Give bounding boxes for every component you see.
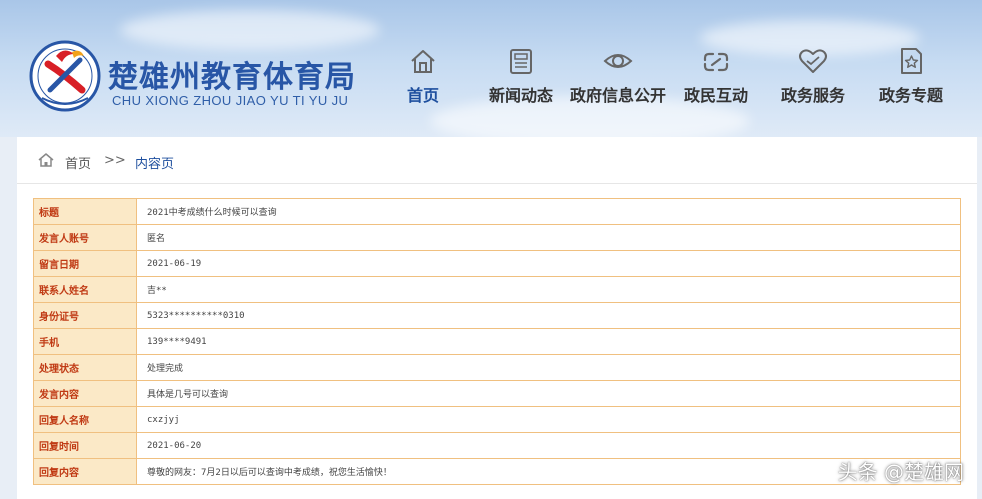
breadcrumb-separator: >>	[104, 153, 126, 168]
home-icon[interactable]	[37, 151, 55, 169]
table-row: 留言日期 2021-06-19	[33, 250, 961, 277]
row-label: 回复内容	[33, 458, 137, 485]
row-value: 匿名	[136, 224, 961, 251]
link-icon	[703, 52, 729, 72]
table-row: 回复时间 2021-06-20	[33, 432, 961, 459]
row-label: 处理状态	[33, 354, 137, 381]
nav-item-home[interactable]: 首页	[398, 46, 448, 116]
row-label: 手机	[33, 328, 137, 355]
row-label: 标题	[33, 198, 137, 225]
main-nav: 首页 新闻动态 政府信息公开 政民互动 政务服务 政务专题	[0, 46, 982, 116]
breadcrumb: 首页 >> 内容页	[17, 137, 977, 184]
star-document-icon	[901, 48, 922, 74]
nav-label: 政务专题	[878, 86, 943, 105]
row-label: 回复时间	[33, 432, 137, 459]
nav-item-interaction[interactable]: 政民互动	[682, 46, 750, 116]
row-value: 2021-06-20	[136, 432, 961, 459]
breadcrumb-current[interactable]: 内容页	[135, 153, 174, 172]
nav-item-topics[interactable]: 政务专题	[877, 46, 945, 116]
content-panel: 首页 >> 内容页 标题 2021中考成绩什么时候可以查询 发言人账号 匿名 留…	[17, 137, 977, 499]
row-value: 2021-06-19	[136, 250, 961, 277]
breadcrumb-home-link[interactable]: 首页	[65, 153, 91, 172]
row-value: 5323**********0310	[136, 302, 961, 329]
nav-label: 政府信息公开	[569, 86, 666, 105]
row-value: 139****9491	[136, 328, 961, 355]
home-icon	[411, 50, 435, 73]
table-row: 手机 139****9491	[33, 328, 961, 355]
nav-label: 首页	[406, 86, 439, 105]
table-row: 联系人姓名 吉**	[33, 276, 961, 303]
nav-label: 政民互动	[683, 86, 748, 105]
nav-item-news[interactable]: 新闻动态	[484, 46, 558, 116]
row-value: 具体是几号可以查询	[136, 380, 961, 407]
table-row: 发言内容 具体是几号可以查询	[33, 380, 961, 407]
row-label: 留言日期	[33, 250, 137, 277]
nav-label: 政务服务	[780, 86, 845, 105]
table-row: 回复内容 尊敬的网友：7月2日以后可以查询中考成绩，祝您生活愉快！	[33, 458, 961, 485]
message-detail-table: 标题 2021中考成绩什么时候可以查询 发言人账号 匿名 留言日期 2021-0…	[33, 198, 961, 485]
nav-item-gov-info[interactable]: 政府信息公开	[568, 46, 668, 116]
row-label: 发言内容	[33, 380, 137, 407]
eye-icon	[603, 54, 633, 68]
newspaper-icon	[510, 49, 532, 74]
watermark: 头条 @楚雄网	[837, 460, 964, 484]
table-row: 身份证号 5323**********0310	[33, 302, 961, 329]
row-label: 联系人姓名	[33, 276, 137, 303]
site-header: 楚雄州教育体育局 CHU XIONG ZHOU JIAO YU TI YU JU…	[0, 0, 982, 137]
row-value: 2021中考成绩什么时候可以查询	[136, 198, 961, 225]
table-row: 发言人账号 匿名	[33, 224, 961, 251]
table-row: 处理状态 处理完成	[33, 354, 961, 381]
nav-item-services[interactable]: 政务服务	[779, 46, 847, 116]
row-value: cxzjyj	[136, 406, 961, 433]
nav-label: 新闻动态	[488, 86, 553, 105]
row-value: 吉**	[136, 276, 961, 303]
row-label: 发言人账号	[33, 224, 137, 251]
table-row: 标题 2021中考成绩什么时候可以查询	[33, 198, 961, 225]
row-label: 回复人名称	[33, 406, 137, 433]
table-row: 回复人名称 cxzjyj	[33, 406, 961, 433]
row-value: 处理完成	[136, 354, 961, 381]
heart-handshake-icon	[799, 49, 827, 73]
row-label: 身份证号	[33, 302, 137, 329]
